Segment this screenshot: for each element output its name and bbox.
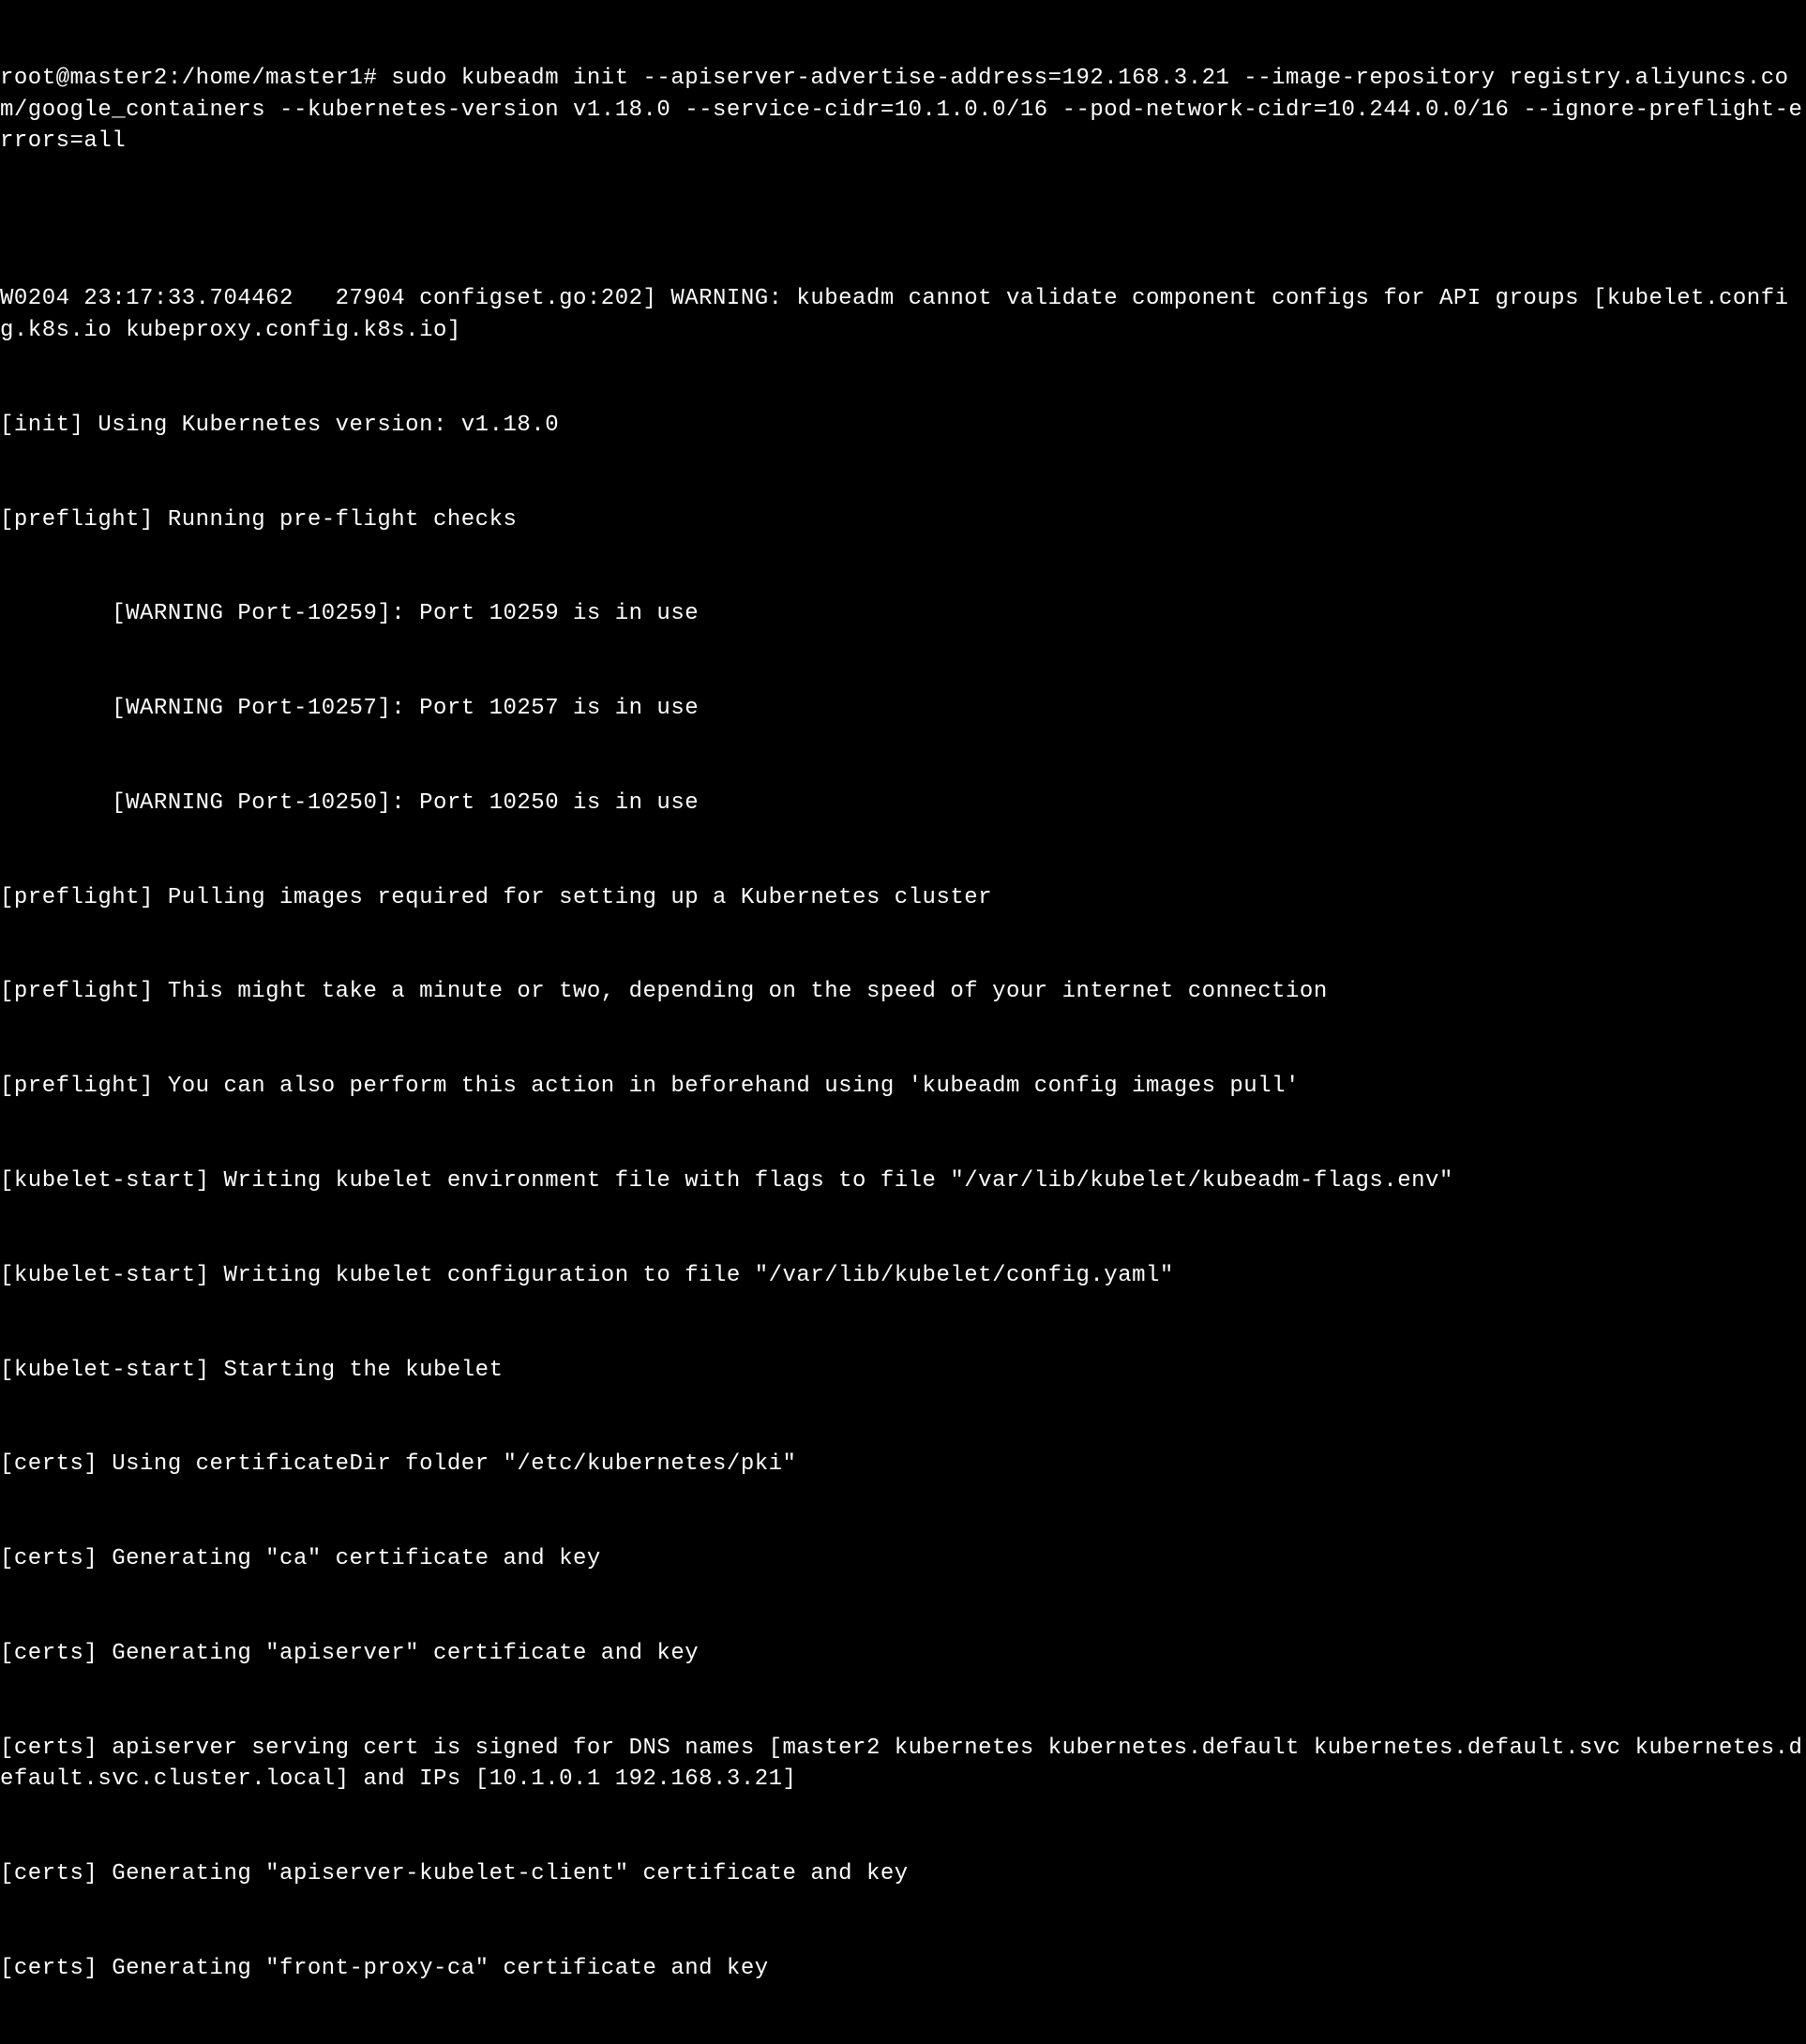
output-line: [certs] Generating "apiserver" certifica… <box>0 1638 1806 1670</box>
output-line: [WARNING Port-10259]: Port 10259 is in u… <box>0 598 1806 630</box>
output-line: [kubelet-start] Writing kubelet configur… <box>0 1260 1806 1292</box>
output-line: [kubelet-start] Writing kubelet environm… <box>0 1165 1806 1197</box>
output-line: [WARNING Port-10257]: Port 10257 is in u… <box>0 693 1806 725</box>
output-line: [preflight] This might take a minute or … <box>0 976 1806 1008</box>
output-line: [preflight] You can also perform this ac… <box>0 1071 1806 1103</box>
output-line: [preflight] Pulling images required for … <box>0 882 1806 914</box>
output-line: [kubelet-start] Starting the kubelet <box>0 1355 1806 1387</box>
output-line: [certs] Generating "ca" certificate and … <box>0 1543 1806 1575</box>
output-line: [WARNING Port-10250]: Port 10250 is in u… <box>0 788 1806 819</box>
output-line: [certs] Using certificateDir folder "/et… <box>0 1449 1806 1480</box>
command-line: root@master2:/home/master1# sudo kubeadm… <box>0 63 1806 158</box>
output-line: [preflight] Running pre-flight checks <box>0 504 1806 536</box>
terminal-window[interactable]: root@master2:/home/master1# sudo kubeadm… <box>0 0 1806 2044</box>
output-line: [certs] apiserver serving cert is signed… <box>0 1733 1806 1796</box>
output-line: [certs] Generating "front-proxy-ca" cert… <box>0 1953 1806 1985</box>
output-line: [init] Using Kubernetes version: v1.18.0 <box>0 410 1806 442</box>
output-line: [certs] Generating "apiserver-kubelet-cl… <box>0 1858 1806 1890</box>
output-line: W0204 23:17:33.704462 27904 configset.go… <box>0 283 1806 346</box>
terminal-output: W0204 23:17:33.704462 27904 configset.go… <box>0 220 1806 2044</box>
shell-prompt: root@master2:/home/master1# <box>0 66 391 91</box>
